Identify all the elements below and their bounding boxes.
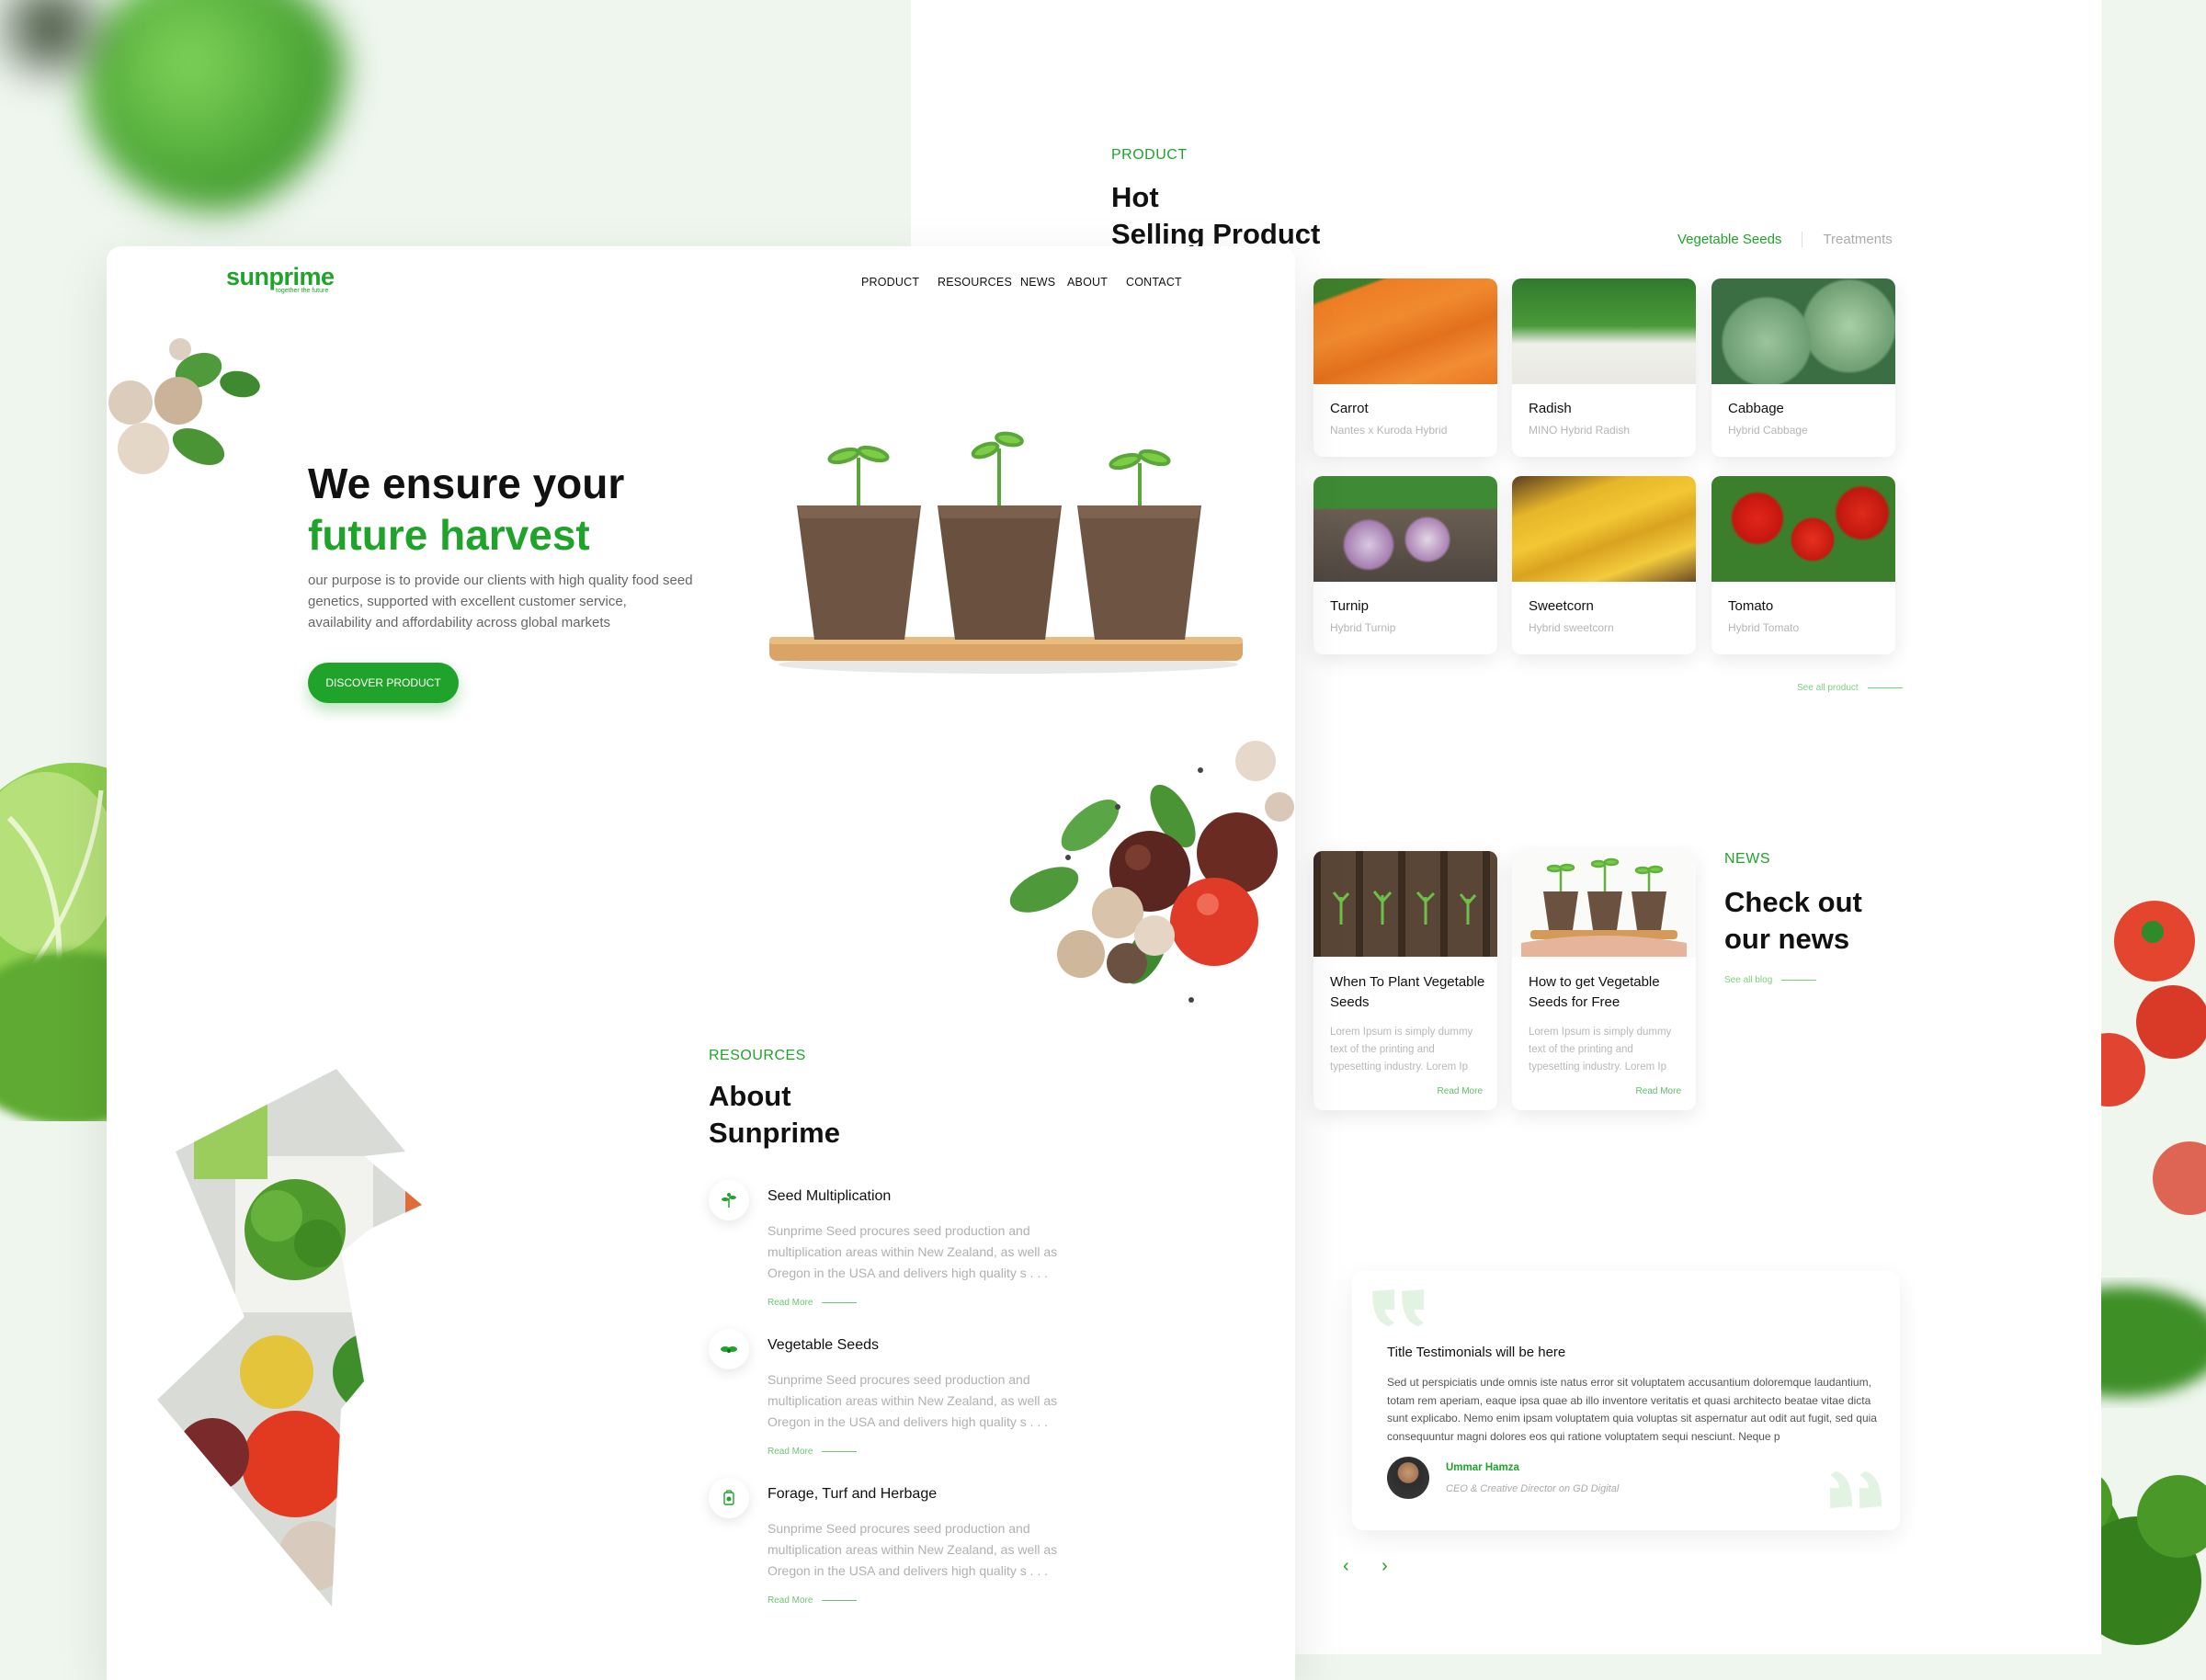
resource-body: Sunprime Seed procures seed production a… [768, 1223, 1058, 1280]
tab-vegetable-seeds[interactable]: Vegetable Seeds [1657, 232, 1802, 247]
carrot-image [1313, 278, 1497, 384]
testimonial-author-role: CEO & Creative Director on GD Digital [1446, 1483, 1620, 1494]
product-card-turnip[interactable]: Turnip Hybrid Turnip [1313, 476, 1497, 654]
news-title: When To Plant Vegetable Seeds [1330, 974, 1485, 1010]
product-variety: Hybrid Tomato [1728, 621, 1800, 634]
product-name: Turnip [1330, 598, 1369, 614]
news-title: Check out our news [1724, 884, 1862, 958]
product-name: Sweetcorn [1529, 598, 1594, 614]
resource-read-more[interactable]: Read More [768, 1595, 858, 1606]
front-page: sunprime together the future PRODUCT RES… [107, 246, 1295, 1680]
product-name: Tomato [1728, 598, 1774, 614]
read-more-label: Read More [768, 1447, 813, 1457]
turnip-image [1313, 476, 1497, 582]
product-variety: MINO Hybrid Radish [1529, 424, 1631, 437]
news-read-more[interactable]: Read More [1438, 1086, 1483, 1096]
mushrooms-tomatoes-decoration [1009, 741, 1294, 1003]
product-title: Hot Selling Product [1111, 179, 1320, 253]
resource-title: Seed Multiplication [768, 1188, 892, 1204]
vegetable-platter-shape [157, 1069, 422, 1606]
product-title-line1: Hot [1111, 181, 1159, 213]
hero-title-line2: future harvest [308, 511, 590, 559]
product-variety: Hybrid Cabbage [1728, 424, 1808, 437]
open-quote-icon [1372, 1289, 1424, 1326]
seedling-tray-image [1313, 851, 1497, 957]
tomato-image [1711, 476, 1895, 582]
product-card-sweetcorn[interactable]: Sweetcorn Hybrid sweetcorn [1512, 476, 1696, 654]
product-card-tomato[interactable]: Tomato Hybrid Tomato [1711, 476, 1895, 654]
mushrooms-spinach-decoration [108, 338, 260, 474]
product-variety: Nantes x Kuroda Hybrid [1330, 424, 1448, 437]
see-all-blog-link[interactable]: See all blog [1724, 975, 1817, 985]
news-read-more[interactable]: Read More [1636, 1086, 1681, 1096]
seed-packet-icon [709, 1478, 749, 1518]
news-card-1[interactable]: When To Plant Vegetable Seeds Lorem Ipsu… [1313, 851, 1497, 1110]
product-variety: Hybrid sweetcorn [1529, 621, 1614, 634]
news-card-2[interactable]: How to get Vegetable Seeds for Free Lore… [1512, 851, 1696, 1110]
sweetcorn-image [1512, 476, 1696, 582]
logo-tagline: together the future [276, 288, 329, 294]
close-quote-icon [1830, 1471, 1882, 1508]
testimonial-next-button[interactable]: › [1382, 1556, 1388, 1577]
leaves-icon [709, 1329, 749, 1369]
resource-title: Forage, Turf and Herbage [768, 1486, 938, 1502]
cabbage-image [1711, 278, 1895, 384]
news-excerpt: Lorem Ipsum is simply dummy text of the … [1330, 1027, 1473, 1073]
author-avatar [1387, 1457, 1429, 1499]
resources-title: About Sunprime [709, 1078, 840, 1152]
nav-contact[interactable]: CONTACT [1126, 276, 1182, 289]
read-more-line [822, 1302, 858, 1303]
news-title-line2: our news [1724, 923, 1850, 955]
product-card-radish[interactable]: Radish MINO Hybrid Radish [1512, 278, 1696, 457]
testimonial-card: Title Testimonials will be here Sed ut p… [1352, 1271, 1900, 1530]
radish-image [1512, 278, 1696, 384]
nav-product[interactable]: PRODUCT [861, 276, 919, 289]
see-all-product-label: See all product [1797, 683, 1859, 693]
hero-description: our purpose is to provide our clients wi… [308, 573, 693, 630]
see-all-line [1781, 980, 1817, 981]
testimonial-title: Title Testimonials will be here [1387, 1345, 1566, 1360]
logo[interactable]: sunprime together the future [226, 263, 335, 294]
see-all-line [1867, 687, 1903, 688]
testimonial-prev-button[interactable]: ‹ [1343, 1556, 1349, 1577]
resource-body: Sunprime Seed procures seed production a… [768, 1372, 1058, 1429]
nav-news[interactable]: NEWS [1020, 276, 1055, 289]
see-all-product-link[interactable]: See all product [1797, 683, 1903, 693]
product-name: Radish [1529, 401, 1572, 416]
resource-body: Sunprime Seed procures seed production a… [768, 1521, 1058, 1578]
news-excerpt: Lorem Ipsum is simply dummy text of the … [1529, 1027, 1672, 1073]
pots-on-hand-image [1512, 851, 1696, 957]
product-card-carrot[interactable]: Carrot Nantes x Kuroda Hybrid [1313, 278, 1497, 457]
product-card-cabbage[interactable]: Cabbage Hybrid Cabbage [1711, 278, 1895, 457]
news-title-line1: Check out [1724, 886, 1862, 918]
news-title: How to get Vegetable Seeds for Free [1529, 974, 1660, 1010]
resources-eyebrow: RESOURCES [709, 1048, 806, 1063]
read-more-line [822, 1600, 858, 1601]
news-eyebrow: NEWS [1724, 851, 1770, 867]
resource-title: Vegetable Seeds [768, 1337, 879, 1353]
read-more-label: Read More [768, 1298, 813, 1308]
nav-about[interactable]: ABOUT [1067, 276, 1108, 289]
hero-title: We ensure your future harvest [308, 458, 624, 561]
read-more-line [822, 1451, 858, 1452]
discover-product-button[interactable]: DISCOVER PRODUCT [308, 663, 459, 703]
product-variety: Hybrid Turnip [1330, 621, 1396, 634]
product-name: Cabbage [1728, 401, 1784, 416]
product-name: Carrot [1330, 401, 1369, 416]
tab-treatments[interactable]: Treatments [1802, 232, 1912, 247]
testimonial-body: Sed ut perspiciatis unde omnis iste natu… [1387, 1376, 1877, 1443]
testimonial-author: Ummar Hamza [1446, 1462, 1519, 1473]
hero-title-line1: We ensure your [308, 460, 625, 507]
resources-title-line2: Sunprime [709, 1117, 840, 1149]
resources-title-line1: About [709, 1080, 791, 1112]
read-more-label: Read More [768, 1595, 813, 1606]
seedling-pots-illustration [769, 431, 1243, 674]
resource-read-more[interactable]: Read More [768, 1298, 858, 1308]
nav-resources[interactable]: RESOURCES [938, 276, 1012, 289]
resource-read-more[interactable]: Read More [768, 1447, 858, 1457]
see-all-blog-label: See all blog [1724, 975, 1773, 985]
product-eyebrow: PRODUCT [1111, 147, 1188, 163]
seed-sprout-icon [709, 1180, 749, 1220]
product-tabs: Vegetable Seeds Treatments [1657, 232, 1913, 247]
